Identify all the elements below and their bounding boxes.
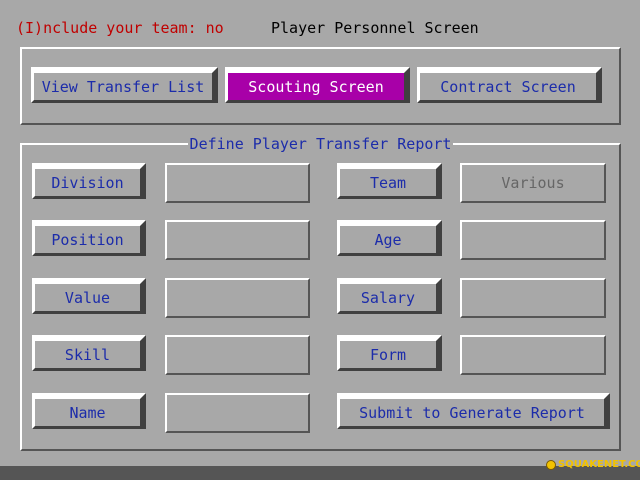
bottom-bar (0, 466, 640, 480)
logo-text: SQUAKENET.COM (558, 459, 640, 470)
age-field[interactable] (460, 220, 606, 260)
contract-screen-button[interactable]: Contract Screen (417, 67, 602, 103)
salary-field[interactable] (460, 278, 606, 318)
report-panel-title: Define Player Transfer Report (187, 135, 454, 153)
name-button[interactable]: Name (32, 393, 146, 429)
division-field[interactable] (165, 163, 310, 203)
form-field[interactable] (460, 335, 606, 375)
form-button[interactable]: Form (337, 335, 442, 371)
skill-field[interactable] (165, 335, 310, 375)
transfer-report-panel: Define Player Transfer Report Division P… (20, 135, 621, 451)
skill-button[interactable]: Skill (32, 335, 146, 371)
position-field[interactable] (165, 220, 310, 260)
position-button[interactable]: Position (32, 220, 146, 256)
team-field[interactable]: Various (460, 163, 606, 203)
value-button[interactable]: Value (32, 278, 146, 314)
name-field[interactable] (165, 393, 310, 433)
salary-button[interactable]: Salary (337, 278, 442, 314)
view-transfer-list-button[interactable]: View Transfer List (31, 67, 218, 103)
division-button[interactable]: Division (32, 163, 146, 199)
age-button[interactable]: Age (337, 220, 442, 256)
navigation-panel: View Transfer List Scouting Screen Contr… (20, 47, 621, 125)
submit-report-button[interactable]: Submit to Generate Report (337, 393, 610, 429)
page-title: Player Personnel Screen (271, 19, 479, 37)
scouting-screen-button[interactable]: Scouting Screen (225, 67, 410, 103)
ball-icon (546, 459, 556, 470)
include-team-toggle[interactable]: (I)nclude your team: no (16, 19, 224, 37)
value-field[interactable] (165, 278, 310, 318)
team-button[interactable]: Team (337, 163, 442, 199)
squakenet-logo: SQUAKENET.COM (546, 459, 640, 470)
